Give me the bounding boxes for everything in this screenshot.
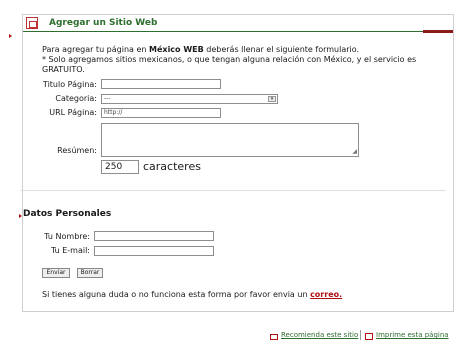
contact-message: Si tienes alguna duda o no funciona esta… [42,290,311,299]
header-accent-bar [423,30,453,33]
titulo-label: Titulo Página: [42,80,97,89]
email-label: Tu E-mail: [50,246,90,255]
resumen-label: Resúmen: [57,146,97,155]
url-input[interactable]: http:// [101,108,221,118]
personal-section-title: Datos Personales [23,209,112,219]
nombre-input[interactable] [94,231,214,241]
categoria-label: Categoria: [55,94,97,103]
resumen-textarea[interactable]: ◢ [101,123,359,157]
resize-grip-icon[interactable]: ◢ [352,149,357,155]
intro-bullet-icon [9,34,12,38]
footer-separator [360,330,361,340]
categoria-select[interactable]: --- ▾ [101,94,278,104]
intro-line-1-pre: Para agregar tu página en [42,45,150,54]
intro-line-1: Para agregar tu página en México WEB deb… [42,45,460,55]
intro-line-1-bold: México WEB [149,45,204,54]
email-input[interactable] [94,246,214,256]
intro-line-2: * Solo agregamos sitios mexicanos, o que… [42,55,417,74]
borrar-button[interactable]: Borrar [77,268,103,278]
char-counter: 250 [101,160,139,174]
recomienda-link[interactable]: Recomienda este sitio [281,331,358,339]
section-bullet-icon [19,214,22,218]
titulo-input[interactable] [101,79,221,89]
contact-text: Si tienes alguna duda o no funciona esta… [42,290,342,299]
correo-link[interactable]: correo. [310,290,342,299]
panel-header: Agregar un Sitio Web [23,15,453,33]
chevron-down-icon[interactable]: ▾ [268,96,276,102]
intro-line-1-post: deberás llenar el siguiente formulario. [203,45,360,54]
imprime-link[interactable]: Imprime esta página [376,331,449,339]
nombre-label: Tu Nombre: [44,232,90,241]
url-label: URL Página: [49,108,97,117]
section-divider [20,190,446,191]
window-icon [26,17,38,29]
intro-text: Para agregar tu página en México WEB deb… [42,45,460,75]
enviar-button[interactable]: Enviar [42,268,70,278]
printer-icon [365,333,373,340]
char-counter-label: caracteres [143,160,201,173]
envelope-icon [270,334,278,340]
categoria-selected-value: --- [104,95,111,102]
page-title: Agregar un Sitio Web [49,18,158,28]
